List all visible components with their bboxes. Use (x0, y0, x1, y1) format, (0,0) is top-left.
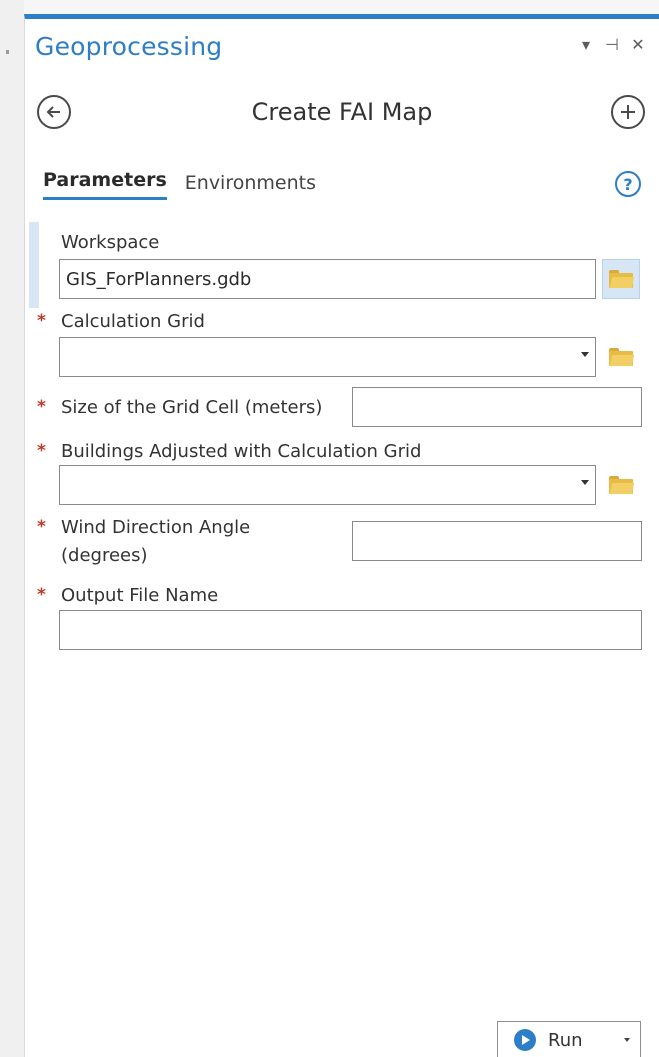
required-marker: * (37, 517, 46, 537)
tab-strip: Parameters Environments (43, 169, 316, 200)
tool-title: Create FAI Map (251, 98, 433, 126)
grid-cell-size-input[interactable] (352, 387, 642, 427)
required-marker: * (37, 311, 46, 331)
geoprocessing-pane: Geoprocessing ▾ ⊣ ✕ Create FAI Map Param… (24, 14, 659, 1057)
help-icon[interactable]: ? (615, 171, 641, 197)
wind-direction-label-line2: (degrees) (61, 545, 148, 566)
folder-icon (609, 270, 635, 288)
gutter-mark (6, 50, 9, 54)
calculation-grid-label: Calculation Grid (61, 311, 205, 332)
required-marker: * (37, 397, 46, 417)
required-marker: * (37, 585, 46, 605)
active-parameter-indicator (29, 222, 39, 308)
wind-direction-input[interactable] (352, 521, 642, 561)
chevron-down-icon (581, 352, 589, 357)
run-label: Run (548, 1029, 583, 1051)
pane-menu-icon[interactable]: ▾ (577, 35, 595, 54)
pin-icon[interactable]: ⊣ (603, 35, 621, 54)
workspace-browse-button[interactable] (602, 259, 640, 299)
tool-header: Create FAI Map (25, 95, 659, 135)
add-button[interactable] (611, 95, 645, 129)
output-file-name-input[interactable] (59, 610, 642, 650)
workspace-field[interactable]: GIS_ForPlanners.gdb (59, 259, 596, 299)
tab-parameters[interactable]: Parameters (43, 169, 167, 200)
grid-cell-size-label: Size of the Grid Cell (meters) (61, 397, 323, 418)
workspace-label: Workspace (61, 232, 160, 253)
chevron-down-icon (581, 480, 589, 485)
calculation-grid-browse-button[interactable] (602, 337, 640, 377)
pane-controls: ▾ ⊣ ✕ (577, 35, 647, 54)
plus-circle-icon (621, 105, 635, 119)
required-marker: * (37, 441, 46, 461)
buildings-adjusted-label: Buildings Adjusted with Calculation Grid (61, 441, 422, 462)
tab-environments[interactable]: Environments (185, 172, 316, 200)
chevron-down-icon[interactable] (624, 1038, 630, 1042)
calculation-grid-select[interactable] (59, 337, 596, 377)
pane-title-bar: Geoprocessing ▾ ⊣ ✕ (25, 19, 659, 71)
run-button[interactable]: Run (497, 1021, 641, 1057)
left-gutter (0, 0, 24, 1057)
wind-direction-label-line1: Wind Direction Angle (61, 517, 251, 538)
folder-icon (609, 476, 635, 494)
buildings-adjusted-select[interactable] (59, 465, 596, 505)
buildings-adjusted-browse-button[interactable] (602, 465, 640, 505)
play-icon (514, 1029, 536, 1051)
pane-title: Geoprocessing (35, 32, 223, 61)
folder-icon (609, 348, 635, 366)
close-icon[interactable]: ✕ (629, 35, 647, 54)
output-file-name-label: Output File Name (61, 585, 219, 606)
